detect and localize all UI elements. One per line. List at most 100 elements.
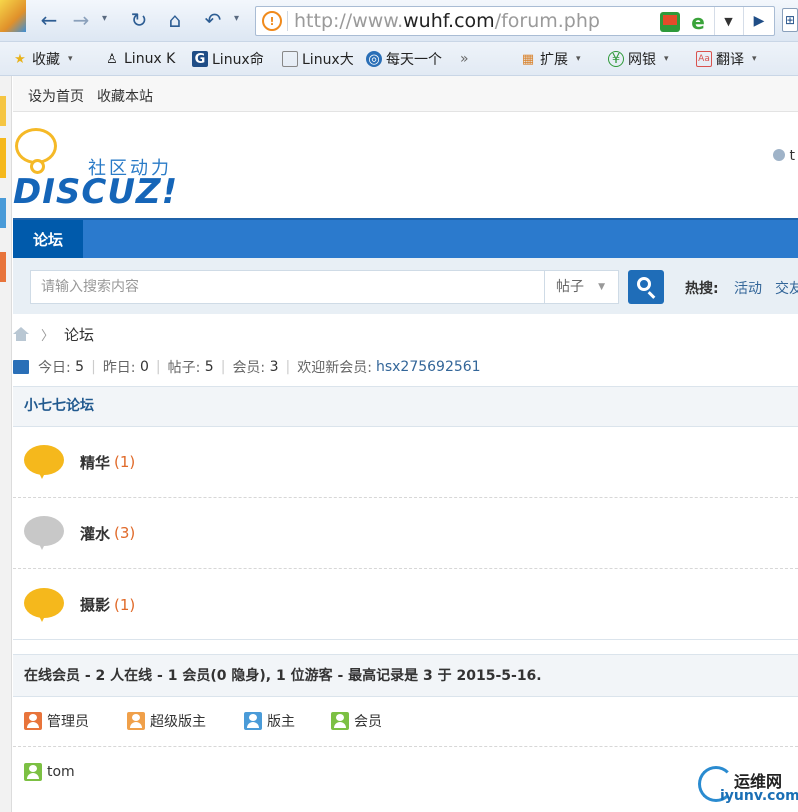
bookmark-linux-k[interactable]: ♙ Linux K — [104, 50, 175, 68]
search-button[interactable] — [628, 270, 664, 304]
legend-label: 会员 — [354, 714, 382, 730]
sidebar-tab-icon[interactable] — [0, 138, 6, 178]
undo-icon[interactable]: ↶ — [200, 7, 226, 33]
online-title[interactable]: 在线会员 - 2 人在线 - 1 会员(0 隐身), 1 位游客 - 最高记录是… — [13, 655, 798, 697]
app-store-icon[interactable] — [660, 12, 680, 32]
category-title[interactable]: 小七七论坛 — [13, 387, 798, 427]
home-icon[interactable] — [13, 327, 29, 341]
stat-label: 会员: — [232, 360, 266, 376]
user-menu[interactable]: t — [773, 148, 795, 164]
legend-label: 版主 — [267, 714, 295, 730]
chevron-down-icon: ▼ — [598, 282, 605, 292]
grid-menu-icon[interactable]: ⊞ — [782, 8, 798, 32]
bookmark-linux-cmd[interactable]: G Linux命 — [192, 50, 264, 68]
go-arrow-icon[interactable]: ▶ — [743, 7, 774, 35]
address-dropdown-icon[interactable]: ▼ — [714, 7, 742, 35]
forum-row[interactable]: 精华 (1) — [13, 427, 798, 498]
forum-stats: 今日: 5 | 昨日: 0 | 帖子: 5 | 会员: 3 | 欢迎新会员: h… — [13, 356, 481, 378]
admin-user-icon — [24, 712, 42, 730]
address-separator — [287, 11, 288, 31]
add-favorite-link[interactable]: 收藏本站 — [97, 86, 153, 106]
site-logo[interactable]: DISCUZ! — [13, 172, 178, 212]
stat-members: 3 — [269, 359, 279, 375]
grid-icon: ▦ — [521, 51, 535, 67]
main-nav: 论坛 — [13, 218, 798, 258]
refresh-icon[interactable]: ↻ — [126, 7, 152, 33]
bookmarks-overflow-icon[interactable]: » — [460, 50, 469, 68]
forum-name[interactable]: 摄影 — [80, 594, 110, 615]
home-icon[interactable]: ⌂ — [162, 7, 188, 33]
site-header: 社区动力 DISCUZ! t — [13, 112, 798, 218]
nav-tab-forum[interactable]: 论坛 — [13, 220, 83, 258]
history-dropdown-icon[interactable]: ▾ — [102, 13, 107, 24]
bookmark-extensions[interactable]: ▦ 扩展 ▾ — [520, 50, 581, 69]
search-bar: 请输入搜索内容 帖子 ▼ 热搜: 活动 交友 — [13, 258, 798, 314]
sidebar-tab-icon[interactable] — [0, 198, 6, 228]
g-icon: G — [192, 51, 208, 67]
yen-icon: ¥ — [608, 51, 624, 67]
forum-name[interactable]: 精华 — [80, 452, 110, 473]
back-arrow-icon[interactable]: ← — [36, 7, 62, 33]
bookmark-translate[interactable]: Aa 翻译 ▾ — [696, 50, 757, 68]
bar-chart-icon — [13, 360, 29, 374]
translate-icon: Aa — [696, 51, 712, 67]
bubble-tail — [36, 609, 48, 622]
bubble-tail — [36, 467, 48, 479]
site-watermark: 运维网 iyunv.com — [690, 764, 798, 812]
address-bar[interactable]: ! http://www.wuhf.com/forum.php e ▼ ▶ — [255, 6, 775, 36]
forum-category: 小七七论坛 精华 (1) 灌水 (3) 摄影 (1) — [13, 386, 798, 640]
forum-bubble-icon — [24, 587, 64, 622]
url-path: /forum.php — [494, 10, 600, 32]
ie-mode-icon[interactable]: e — [688, 12, 708, 32]
forum-row[interactable]: 灌水 (3) — [13, 498, 798, 569]
stat-divider: | — [285, 359, 291, 375]
user-icon — [773, 149, 785, 161]
forum-bubble-icon — [24, 445, 64, 479]
logo-bubble-icon — [15, 128, 57, 174]
legend-label: 超级版主 — [150, 714, 206, 730]
online-member[interactable]: tom — [24, 763, 75, 781]
chevron-down-icon: ▾ — [752, 54, 757, 64]
legend-label: 管理员 — [47, 714, 89, 730]
search-type-select[interactable]: 帖子 ▼ — [544, 270, 619, 304]
forum-row[interactable]: 摄影 (1) — [13, 569, 798, 640]
forward-arrow-icon[interactable]: → — [68, 7, 94, 33]
bookmark-linux-big[interactable]: Linux大 — [282, 50, 354, 68]
legend-item: 管理员 — [24, 711, 89, 731]
stat-label: 昨日: — [102, 360, 136, 376]
bookmark-favorites[interactable]: ★ 收藏 ▾ — [12, 50, 72, 69]
breadcrumb-current[interactable]: 论坛 — [64, 324, 94, 345]
bookmark-bank[interactable]: ¥ 网银 ▾ — [608, 50, 669, 68]
stat-divider: | — [91, 359, 96, 375]
newest-member-link[interactable]: hsx275692561 — [376, 359, 481, 375]
search-type-value: 帖子 — [556, 279, 584, 295]
stat-posts: 5 — [204, 359, 214, 375]
bookmark-label: Linux大 — [302, 52, 354, 68]
tux-icon: ♙ — [106, 51, 118, 67]
hot-search-link[interactable]: 交友 — [775, 278, 798, 298]
browser-app-icon[interactable] — [0, 0, 26, 32]
forum-name[interactable]: 灌水 — [80, 523, 110, 544]
url-scheme: http://www. — [294, 10, 404, 32]
set-homepage-link[interactable]: 设为首页 — [28, 86, 84, 106]
member-name[interactable]: tom — [47, 764, 75, 780]
sidebar-tab-icon[interactable] — [0, 252, 6, 282]
stat-today: 5 — [75, 359, 85, 375]
browser-toolbar: ← → ▾ ↻ ⌂ ↶ ▾ ! http://www.wuhf.com/foru… — [0, 0, 798, 42]
stat-label: 今日: — [38, 360, 71, 376]
bookmark-label: Linux K — [124, 51, 176, 67]
star-icon: ★ — [14, 51, 26, 67]
bookmark-daily[interactable]: ◎ 每天一个 — [366, 50, 442, 68]
legend-item: 超级版主 — [127, 711, 206, 731]
undo-dropdown-icon[interactable]: ▾ — [234, 13, 239, 24]
breadcrumb-separator-icon: 〉 — [41, 328, 55, 344]
bookmark-label: 每天一个 — [386, 52, 442, 68]
hot-search-link[interactable]: 活动 — [734, 278, 762, 298]
shield-icon[interactable]: ! — [262, 11, 282, 31]
url-text[interactable]: http://www.wuhf.com/forum.php — [294, 10, 600, 32]
online-members: 在线会员 - 2 人在线 - 1 会员(0 隐身), 1 位游客 - 最高记录是… — [13, 654, 798, 812]
moderator-user-icon — [244, 712, 262, 730]
sidebar-tab-icon[interactable] — [0, 96, 6, 126]
breadcrumb: 〉 论坛 — [13, 322, 94, 346]
search-input[interactable]: 请输入搜索内容 — [30, 270, 544, 304]
